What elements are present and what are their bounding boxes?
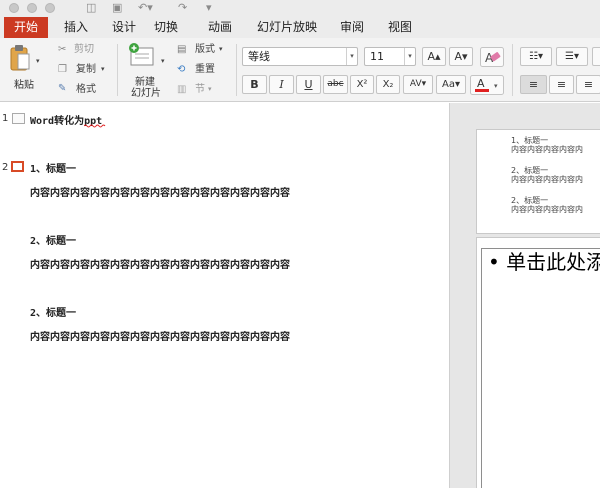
font-name-value: 等线	[248, 50, 270, 63]
section-icon[interactable]: ▥	[177, 83, 186, 96]
tab-design[interactable]: 设计	[104, 17, 144, 38]
new-slide-icon[interactable]	[127, 42, 157, 68]
title-bar: ◫ ▣ ↶▾ ↷ ▾	[0, 0, 600, 17]
superscript-button[interactable]: X²	[350, 75, 374, 94]
slide-number: 1	[2, 113, 9, 124]
clear-formatting-icon[interactable]: A	[480, 47, 504, 67]
slide-1-icon[interactable]	[12, 113, 25, 124]
close-window-button[interactable]	[9, 3, 19, 13]
underline-button[interactable]: U	[296, 75, 321, 94]
svg-text:▾: ▾	[494, 82, 498, 90]
thumbnail-text: 内容内容内容内容内	[511, 145, 583, 154]
content-placeholder[interactable]: • 单击此处添加文本	[481, 248, 600, 488]
slide-2-icon[interactable]	[11, 161, 24, 172]
numbering-button[interactable]: ☰▾	[556, 47, 588, 66]
character-spacing-button[interactable]: AV▾	[403, 75, 433, 94]
layout-button[interactable]: 版式	[195, 43, 215, 56]
tab-slideshow[interactable]: 幻灯片放映	[252, 17, 322, 38]
copy-button[interactable]: 复制	[76, 63, 96, 76]
outline-heading[interactable]: 2、标题一	[30, 232, 76, 247]
tab-animations[interactable]: 动画	[200, 17, 240, 38]
font-size-value: 11	[370, 50, 384, 63]
tab-review[interactable]: 审阅	[334, 17, 370, 38]
ribbon-tab-bar: 开始 插入 设计 切换 动画 幻灯片放映 审阅 视图	[0, 17, 600, 38]
format-painter-button[interactable]: 格式	[76, 83, 96, 96]
font-name-select[interactable]: 等线 ▾	[242, 47, 358, 66]
strikethrough-button[interactable]: abc	[323, 75, 348, 94]
indent-button[interactable]	[592, 47, 600, 66]
copy-dropdown-icon[interactable]: ▾	[101, 63, 105, 76]
customize-toolbar-icon[interactable]: ▾	[206, 1, 212, 15]
tab-transitions[interactable]: 切换	[146, 17, 186, 38]
spellcheck-underline	[84, 124, 106, 128]
save-icon[interactable]: ▣	[112, 1, 122, 15]
ribbon-separator	[512, 44, 513, 96]
tab-insert[interactable]: 插入	[56, 17, 96, 38]
outline-content[interactable]: 内容内容内容内容内容内容内容内容内容内容内容内容内容	[30, 184, 290, 199]
scissors-icon[interactable]: ✂	[58, 43, 66, 56]
change-case-button[interactable]: Aa▾	[436, 75, 466, 94]
align-center-button[interactable]: ≡	[549, 75, 574, 94]
decrease-font-size-button[interactable]: A▾	[449, 47, 473, 66]
thumbnail-text: 2、标题一	[511, 196, 549, 205]
paste-label[interactable]: 粘贴	[14, 80, 34, 92]
thumbnail-text: 内容内容内容内容内	[511, 175, 583, 184]
chevron-down-icon: ▾	[346, 48, 357, 65]
outline-pane[interactable]: 1 Word转化为ppt 2 1、标题一 内容内容内容内容内容内容内容内容内容内…	[0, 103, 448, 488]
new-slide-dropdown-icon[interactable]: ▾	[161, 55, 165, 68]
outline-content[interactable]: 内容内容内容内容内容内容内容内容内容内容内容内容内容	[30, 328, 290, 343]
slide-preview-pane[interactable]: 1、标题一 内容内容内容内容内 2、标题一 内容内容内容内容内 2、标题一 内容…	[449, 103, 600, 488]
paste-dropdown-icon[interactable]: ▾	[36, 55, 40, 68]
align-right-button[interactable]: ≡	[576, 75, 600, 94]
font-color-icon[interactable]: A ▾	[470, 75, 504, 95]
slide-canvas[interactable]: • 单击此处添加文本	[476, 237, 600, 488]
bullets-button[interactable]: ☷▾	[520, 47, 552, 66]
reset-icon[interactable]: ⟲	[177, 63, 185, 76]
copy-icon[interactable]: ❐	[58, 63, 67, 76]
section-dropdown-icon[interactable]: ▾	[208, 83, 212, 96]
bold-button[interactable]: B	[242, 75, 267, 94]
undo-icon[interactable]: ↶▾	[138, 1, 153, 15]
cut-button[interactable]: 剪切	[74, 43, 94, 56]
minimize-window-button[interactable]	[27, 3, 37, 13]
increase-font-size-button[interactable]: A▴	[422, 47, 446, 66]
tab-home[interactable]: 开始	[4, 17, 48, 38]
reset-button[interactable]: 重置	[195, 63, 215, 76]
slide-number: 2	[2, 162, 9, 173]
outline-content[interactable]: 内容内容内容内容内容内容内容内容内容内容内容内容内容	[30, 256, 290, 271]
placeholder-text[interactable]: • 单击此处添加文本	[488, 249, 600, 275]
ribbon-separator	[117, 44, 118, 96]
font-size-select[interactable]: 11 ▾	[364, 47, 416, 66]
align-left-button[interactable]: ≡	[520, 75, 547, 94]
outline-heading[interactable]: 1、标题一	[30, 160, 76, 175]
layout-dropdown-icon[interactable]: ▾	[219, 43, 223, 56]
layout-icon[interactable]: ▤	[177, 43, 186, 56]
subscript-button[interactable]: X₂	[376, 75, 400, 94]
new-slide-label-line2[interactable]: 幻灯片	[131, 88, 161, 100]
format-painter-icon[interactable]: ✎	[58, 82, 66, 95]
tab-view[interactable]: 视图	[382, 17, 418, 38]
thumbnail-text: 2、标题一	[511, 166, 549, 175]
ribbon: ▾ 粘贴 ✂ 剪切 ❐ 复制 ▾ ✎ 格式 ▾ 新建 幻灯片 ▤ 版式 ▾ ⟲ …	[0, 38, 600, 102]
outline-heading[interactable]: 2、标题一	[30, 304, 76, 319]
chevron-down-icon: ▾	[404, 48, 415, 65]
italic-button[interactable]: I	[269, 75, 294, 94]
thumbnail-text: 内容内容内容内容内	[511, 205, 583, 214]
paste-icon[interactable]	[9, 44, 31, 72]
section-button[interactable]: 节	[195, 83, 205, 96]
redo-icon[interactable]: ↷	[178, 1, 187, 15]
zoom-window-button[interactable]	[45, 3, 55, 13]
svg-text:A: A	[477, 77, 485, 90]
thumbnail-text: 1、标题一	[511, 136, 549, 145]
ribbon-separator	[236, 44, 237, 96]
sidebar-toggle-icon[interactable]: ◫	[86, 1, 96, 15]
